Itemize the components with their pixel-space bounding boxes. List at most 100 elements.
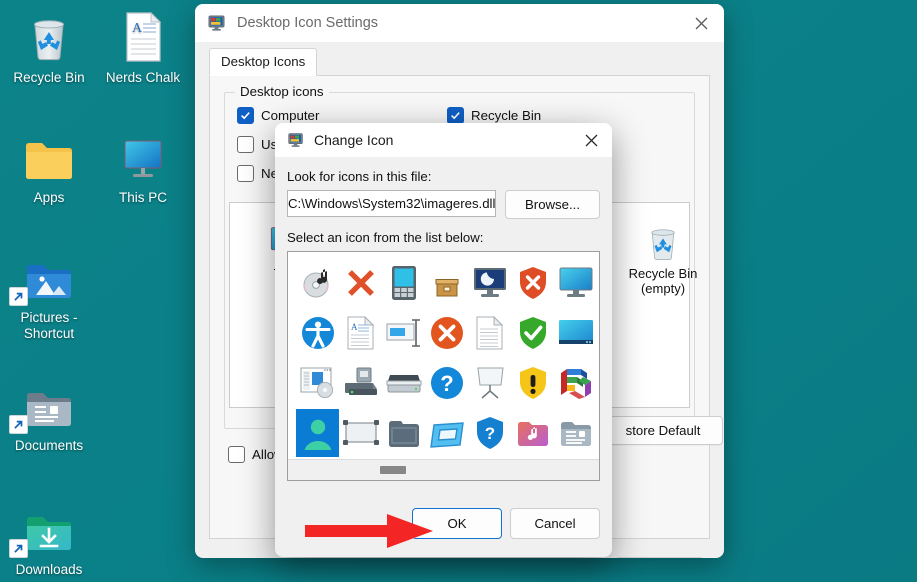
icon-grid-row: ? [296, 358, 595, 408]
icon-list-horizontal-scrollbar[interactable] [288, 459, 599, 480]
recycle-bin-icon [1, 4, 97, 64]
monitor-blue-icon[interactable] [554, 259, 597, 307]
scanner-icon[interactable] [382, 359, 425, 407]
desktop-icon-label: Apps [33, 190, 65, 205]
desktop-icon-label: Pictures - Shortcut [20, 310, 78, 341]
browse-button[interactable]: Browse... [505, 190, 600, 219]
close-icon[interactable] [570, 123, 612, 157]
checkbox-box [237, 136, 254, 153]
ok-button[interactable]: OK [412, 508, 502, 539]
tab-desktop-icons[interactable]: Desktop Icons [209, 48, 318, 76]
file-path-row: C:\Windows\System32\imageres.dll Browse.… [287, 190, 600, 219]
desktop-icon-recycle-bin[interactable]: Recycle Bin [1, 4, 97, 86]
blue-card-icon[interactable] [425, 409, 468, 457]
desktop-icon-label: Downloads [15, 562, 83, 577]
svg-text:?: ? [440, 371, 453, 396]
icon-grid-row: A [296, 308, 595, 358]
tabstrip: Desktop Icons [209, 48, 710, 76]
small-box-icon[interactable] [425, 259, 468, 307]
groupbox-legend: Desktop icons [235, 84, 329, 99]
change-icon-buttons: OK Cancel [275, 495, 612, 557]
file-path-input[interactable]: C:\Windows\System32\imageres.dll [287, 190, 496, 217]
file-path-value: C:\Windows\System32\imageres.dll [288, 196, 496, 211]
desktop-icon-apps[interactable]: Apps [1, 124, 97, 206]
blue-shield-question-icon[interactable]: ? [468, 409, 511, 457]
yellow-warning-shield-icon[interactable] [511, 359, 554, 407]
music-folder-icon[interactable] [511, 409, 554, 457]
desktop-icon-settings-title: Desktop Icon Settings [237, 15, 379, 31]
checkbox-label: Recycle Bin [471, 108, 542, 123]
folder-icon [1, 124, 97, 184]
change-icon-dialog: Change Icon Look for icons in this file:… [275, 123, 612, 557]
desktop-icon-pictures-shortcut[interactable]: Pictures - Shortcut [1, 244, 97, 342]
desktop-icon-documents[interactable]: Documents [1, 372, 97, 454]
desktop-icon-label: Documents [14, 438, 84, 453]
red-shield-x-icon[interactable] [511, 259, 554, 307]
checkbox-box [237, 165, 254, 182]
icon-grid-row: ? [296, 408, 595, 458]
change-icon-body: Look for icons in this file: C:\Windows\… [275, 157, 612, 481]
green-shield-check-icon[interactable] [511, 309, 554, 357]
this-pc-monitor-icon [95, 124, 191, 184]
user-account-icon[interactable] [296, 409, 339, 457]
checkbox-box [228, 446, 245, 463]
checkbox-label: Computer [261, 108, 320, 123]
cancel-button[interactable]: Cancel [510, 508, 600, 539]
change-icon-titlebar: Change Icon [275, 123, 612, 157]
desktop-icon-this-pc[interactable]: This PC [95, 124, 191, 206]
change-icon-title: Change Icon [314, 132, 394, 148]
svg-text:A: A [132, 21, 143, 36]
scrollbar-thumb[interactable] [380, 466, 406, 474]
checkbox-computer[interactable]: Computer [237, 107, 319, 124]
icon-grid: A ? ? [288, 252, 599, 458]
briefcase-icon[interactable] [382, 409, 425, 457]
shortcut-arrow-badge [9, 539, 28, 558]
blue-screen-icon[interactable] [554, 309, 597, 357]
media-window-disc-icon[interactable] [296, 359, 339, 407]
documents-folder-icon [1, 372, 97, 434]
close-icon[interactable] [678, 4, 724, 42]
whiteboard-icon[interactable] [339, 409, 382, 457]
preview-item-label: Recycle Bin (empty) [628, 266, 698, 296]
presentation-edit-icon[interactable] [382, 309, 425, 357]
red-x-icon[interactable] [339, 259, 382, 307]
desktop-icon-label: This PC [118, 190, 167, 205]
svg-text:A: A [351, 322, 358, 332]
documents-folder-icon[interactable] [554, 409, 597, 457]
mobile-device-icon[interactable] [382, 259, 425, 307]
desktop-settings-icon [287, 131, 305, 149]
desktop-icon-settings-titlebar: Desktop Icon Settings [195, 4, 724, 42]
downloads-folder-icon [1, 496, 97, 558]
blank-document-icon[interactable] [468, 309, 511, 357]
printer-icon[interactable] [339, 359, 382, 407]
restore-default-button[interactable]: store Default [603, 416, 723, 445]
apply-button[interactable]: Apply [615, 557, 704, 558]
monitor-sleep-moon-icon[interactable] [468, 259, 511, 307]
checkbox-box [447, 107, 464, 124]
file-path-label: Look for icons in this file: [287, 169, 432, 184]
recycle-bin-icon [615, 217, 711, 263]
shortcut-arrow-badge [9, 287, 28, 306]
svg-text:?: ? [484, 424, 494, 443]
desktop-icon-nerds-chalk[interactable]: A Nerds Chalk [95, 4, 191, 86]
pictures-folder-icon [1, 244, 97, 306]
shortcut-arrow-badge [9, 415, 28, 434]
icon-list[interactable]: A ? ? [287, 251, 600, 481]
preview-item-recycle-bin[interactable]: Recycle Bin (empty) [615, 217, 711, 296]
desktop-settings-icon [207, 13, 227, 33]
desktop-icon-label: Recycle Bin [13, 70, 85, 85]
desktop-icon-label: Nerds Chalk [105, 70, 181, 85]
text-document-icon: A [95, 4, 191, 64]
cd-music-icon[interactable] [296, 259, 339, 307]
icon-grid-row [296, 258, 595, 308]
red-circle-x-icon[interactable] [425, 309, 468, 357]
text-document-icon[interactable]: A [339, 309, 382, 357]
checkbox-recycle-bin[interactable]: Recycle Bin [447, 107, 541, 124]
checkbox-box [237, 107, 254, 124]
desktop-icon-downloads[interactable]: Downloads [1, 496, 97, 578]
colorful-blocks-icon[interactable] [554, 359, 597, 407]
accessibility-icon[interactable] [296, 309, 339, 357]
icon-list-label: Select an icon from the list below: [287, 230, 484, 245]
blue-question-help-icon[interactable]: ? [425, 359, 468, 407]
projector-screen-icon[interactable] [468, 359, 511, 407]
